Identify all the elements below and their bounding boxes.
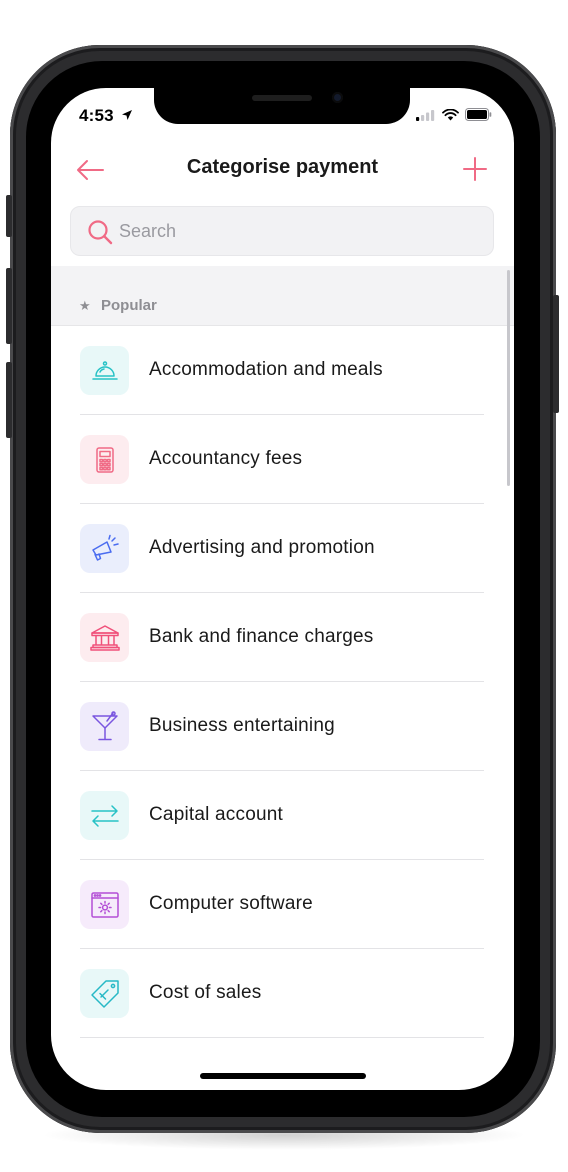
list-item[interactable]: Business entertaining xyxy=(51,682,514,771)
category-label: Capital account xyxy=(149,804,283,825)
calculator-icon xyxy=(80,435,129,484)
search-icon xyxy=(88,220,113,245)
divider xyxy=(80,1037,484,1038)
app-screen: 4:53 Categorise payment Search ★ Popular… xyxy=(51,88,514,1090)
category-label: Business entertaining xyxy=(149,715,335,736)
status-time: 4:53 xyxy=(79,106,133,126)
service-bell-icon xyxy=(80,346,129,395)
cocktail-icon xyxy=(80,702,129,751)
cellular-signal-icon xyxy=(416,109,435,121)
wifi-icon xyxy=(442,108,459,120)
section-label: Popular xyxy=(101,297,157,314)
mute-switch xyxy=(6,195,12,237)
list-item[interactable]: Bank and finance charges xyxy=(51,593,514,682)
category-label: Computer software xyxy=(149,893,313,914)
category-list: Accommodation and meals Accountancy fees xyxy=(51,326,514,1038)
status-icons xyxy=(416,108,492,121)
battery-icon xyxy=(465,108,492,121)
search-bar[interactable] xyxy=(70,206,494,256)
front-camera xyxy=(332,92,343,103)
bank-icon xyxy=(80,613,129,662)
section-header-popular: ★ Popular xyxy=(51,266,514,326)
status-time-text: 4:53 xyxy=(79,106,114,125)
category-label: Accommodation and meals xyxy=(149,359,383,380)
list-item[interactable]: Computer software xyxy=(51,860,514,949)
list-item[interactable]: Accommodation and meals xyxy=(51,326,514,415)
list-item[interactable]: Cost of sales xyxy=(51,949,514,1038)
category-label: Bank and finance charges xyxy=(149,626,374,647)
page-title: Categorise payment xyxy=(186,156,379,178)
star-icon: ★ xyxy=(79,298,91,313)
category-label: Advertising and promotion xyxy=(149,537,375,558)
volume-up-button xyxy=(6,268,12,344)
category-label: Accountancy fees xyxy=(149,448,303,469)
notch xyxy=(154,88,410,124)
search-input[interactable] xyxy=(119,207,479,255)
list-item[interactable]: Accountancy fees xyxy=(51,415,514,504)
speaker xyxy=(252,95,312,101)
price-tag-icon xyxy=(80,969,129,1018)
list-item[interactable]: Capital account xyxy=(51,771,514,860)
software-window-icon xyxy=(80,880,129,929)
category-label: Cost of sales xyxy=(149,982,262,1003)
add-icon[interactable] xyxy=(462,156,488,182)
megaphone-icon xyxy=(80,524,129,573)
side-button xyxy=(553,295,559,413)
list-item[interactable]: Advertising and promotion xyxy=(51,504,514,593)
location-arrow-icon xyxy=(121,110,132,120)
home-indicator[interactable] xyxy=(200,1073,366,1079)
volume-down-button xyxy=(6,362,12,438)
transfer-arrows-icon xyxy=(80,791,129,840)
